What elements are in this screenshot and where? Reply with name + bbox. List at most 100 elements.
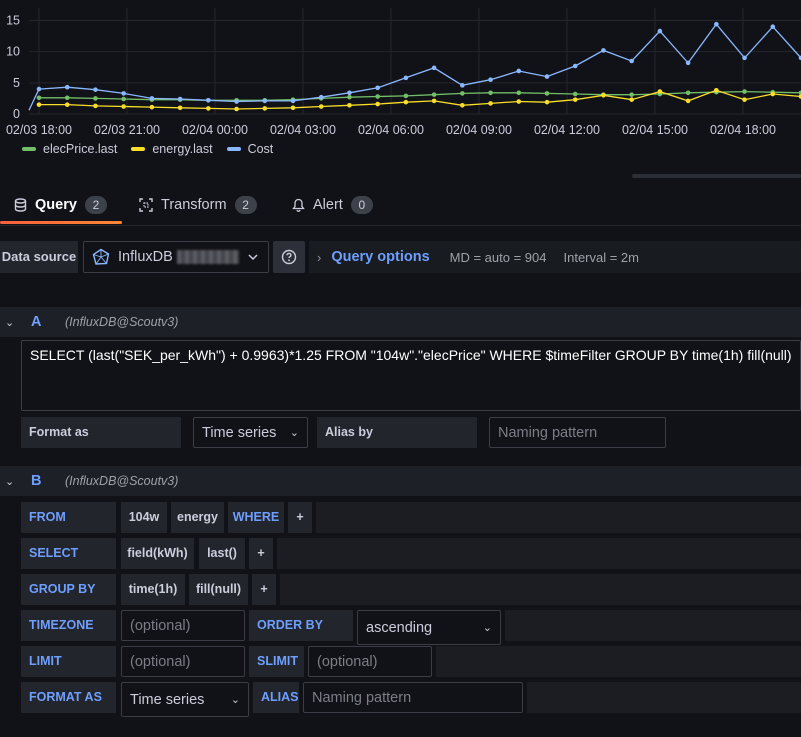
bell-icon — [292, 198, 305, 212]
query-a-header[interactable]: ⌄ A (InfluxDB@Scoutv3) — [0, 307, 801, 337]
data-point — [742, 89, 747, 94]
data-point — [488, 101, 493, 106]
legend-swatch — [131, 147, 146, 151]
format-as-select-b[interactable]: Time series ⌄ — [121, 682, 249, 717]
data-point — [403, 93, 409, 99]
y-tick-label: 10 — [6, 45, 20, 59]
x-tick-label: 02/04 18:00 — [710, 123, 776, 137]
add-select-button[interactable]: + — [249, 538, 273, 569]
data-point — [206, 97, 211, 103]
data-point — [460, 91, 465, 96]
data-point — [601, 48, 606, 53]
limit-input[interactable]: (optional) — [121, 646, 245, 677]
data-point — [36, 102, 42, 107]
legend-item[interactable]: elecPrice.last — [22, 142, 117, 156]
data-point — [714, 21, 719, 27]
x-tick-label: 02/04 09:00 — [446, 123, 512, 137]
tab-query[interactable]: Query 2 — [14, 186, 107, 224]
data-point — [177, 105, 183, 111]
alias-input[interactable]: Naming pattern — [303, 682, 523, 713]
legend-item[interactable]: Cost — [226, 142, 274, 156]
slimit-input[interactable]: (optional) — [308, 646, 432, 677]
format-as-select[interactable]: Time series ⌄ — [193, 417, 308, 448]
from-policy-segment[interactable]: 104w — [121, 502, 167, 533]
format-as-value-b: Time series — [130, 691, 205, 708]
data-point — [601, 92, 606, 98]
legend-label: elecPrice.last — [43, 142, 118, 156]
where-label: WHERE — [228, 502, 284, 533]
data-point — [64, 84, 70, 90]
format-as-label: Format as — [21, 417, 181, 448]
data-point — [572, 91, 578, 97]
query-a-editor[interactable]: SELECT (last("SEK_per_kWh") + 0.9963)*1.… — [21, 340, 801, 411]
data-point — [572, 97, 578, 102]
legend-swatch — [22, 147, 36, 151]
data-point — [431, 65, 437, 71]
data-point — [290, 105, 296, 111]
legend-item[interactable]: energy.last — [131, 142, 213, 156]
data-point — [544, 99, 550, 105]
group-by-label: GROUP BY — [21, 574, 116, 605]
from-measurement-segment[interactable]: energy — [171, 502, 224, 533]
data-point — [318, 104, 324, 109]
data-point — [121, 91, 126, 96]
data-point — [262, 106, 268, 111]
query-b-letter[interactable]: B — [31, 473, 65, 489]
tab-alert[interactable]: Alert 0 — [292, 186, 373, 224]
query-options-label[interactable]: Query options — [331, 249, 429, 265]
limit-label: LIMIT — [21, 646, 116, 677]
add-group-by-button[interactable]: + — [252, 574, 276, 605]
data-point — [36, 95, 42, 101]
order-by-time-select[interactable]: ascending ⌄ — [357, 610, 501, 645]
query-options-bar[interactable]: › Query options MD = auto = 904 Interval… — [309, 241, 801, 273]
datasource-label: Data source — [0, 241, 78, 273]
tab-transform[interactable]: Transform 2 — [139, 186, 257, 224]
data-point — [742, 97, 747, 102]
datasource-name: InfluxDB — [118, 249, 173, 265]
group-by-time-segment[interactable]: time(1h) — [121, 574, 185, 605]
timeseries-chart: 0 5 10 15 02/03 18:00 02/03 21:00 02/04 00:00 0… — [6, 8, 801, 137]
data-point — [516, 68, 522, 74]
chart-panel: 0 5 10 15 02/03 18:00 02/03 21:00 02/04 00:00 0… — [0, 0, 801, 170]
select-field-segment[interactable]: field(kWh) — [121, 538, 194, 569]
data-point — [318, 94, 324, 100]
datasource-row: Data source InfluxDB › Query options MD … — [0, 238, 801, 278]
legend-label: energy.last — [152, 142, 213, 156]
row-filler — [527, 682, 801, 713]
add-where-button[interactable]: + — [288, 502, 312, 533]
data-point — [714, 88, 719, 93]
datasource-help-button[interactable] — [273, 241, 305, 273]
data-point — [516, 90, 522, 96]
alias-by-label: Alias by — [317, 417, 477, 448]
query-a-letter[interactable]: A — [31, 314, 65, 330]
timezone-input[interactable]: (optional) — [121, 610, 245, 641]
row-filler — [280, 574, 801, 605]
horizontal-scrollbar[interactable] — [632, 174, 801, 178]
data-point — [234, 99, 239, 104]
query-b-header[interactable]: ⌄ B (InfluxDB@Scoutv3) — [0, 466, 801, 496]
data-point — [770, 24, 776, 30]
group-by-fill-segment[interactable]: fill(null) — [189, 574, 248, 605]
data-point — [572, 63, 578, 69]
tab-transform-count: 2 — [234, 196, 257, 214]
select-function-segment[interactable]: last() — [199, 538, 245, 569]
data-point — [93, 103, 98, 109]
chevron-down-icon[interactable]: ⌄ — [5, 475, 15, 488]
alias-by-input[interactable]: Naming pattern — [489, 417, 666, 448]
data-point — [544, 74, 550, 79]
alias-label: ALIAS — [253, 682, 299, 713]
row-filler — [277, 538, 801, 569]
data-point — [347, 102, 352, 108]
y-tick-label: 15 — [6, 13, 20, 27]
data-point — [375, 94, 380, 99]
x-tick-label: 02/04 15:00 — [622, 123, 688, 137]
editor-tabs: Query 2 Transform 2 Alert 0 — [0, 186, 801, 226]
row-filler — [505, 610, 801, 641]
data-point — [403, 99, 409, 105]
transform-icon — [139, 198, 153, 212]
from-label: FROM — [21, 502, 116, 533]
chevron-down-icon[interactable]: ⌄ — [5, 316, 15, 329]
legend-label: Cost — [247, 142, 274, 156]
datasource-picker[interactable]: InfluxDB — [83, 241, 269, 273]
data-point — [516, 99, 522, 104]
